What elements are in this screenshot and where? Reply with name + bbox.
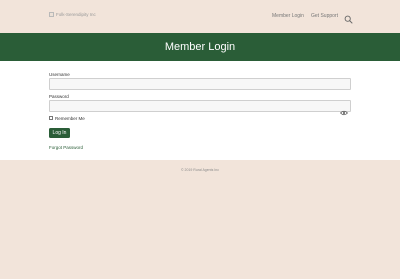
password-label: Password (49, 94, 69, 99)
site-logo[interactable]: Folk-Serendipity Inc (49, 12, 96, 17)
page-banner: Member Login (0, 33, 400, 61)
login-button[interactable]: Log In (49, 128, 70, 138)
site-header: Folk-Serendipity Inc Member Login Get Su… (0, 0, 400, 33)
broken-image-icon (49, 12, 54, 17)
nav-get-support[interactable]: Get Support (311, 13, 338, 19)
remember-me-label: Remember Me (55, 115, 85, 121)
forgot-password-link[interactable]: Forgot Password (49, 145, 83, 150)
remember-me-checkbox[interactable] (49, 116, 53, 120)
search-icon[interactable] (344, 11, 353, 24)
password-input[interactable] (49, 100, 351, 112)
eye-icon[interactable] (340, 103, 348, 116)
username-label: Username (49, 72, 70, 77)
nav-member-login[interactable]: Member Login (272, 13, 304, 19)
username-input[interactable] (49, 78, 351, 90)
footer-copyright: © 2019 Rural Agents Inc (181, 168, 219, 172)
logo-alt-text: Folk-Serendipity Inc (56, 12, 96, 17)
page-title: Member Login (164, 41, 236, 53)
